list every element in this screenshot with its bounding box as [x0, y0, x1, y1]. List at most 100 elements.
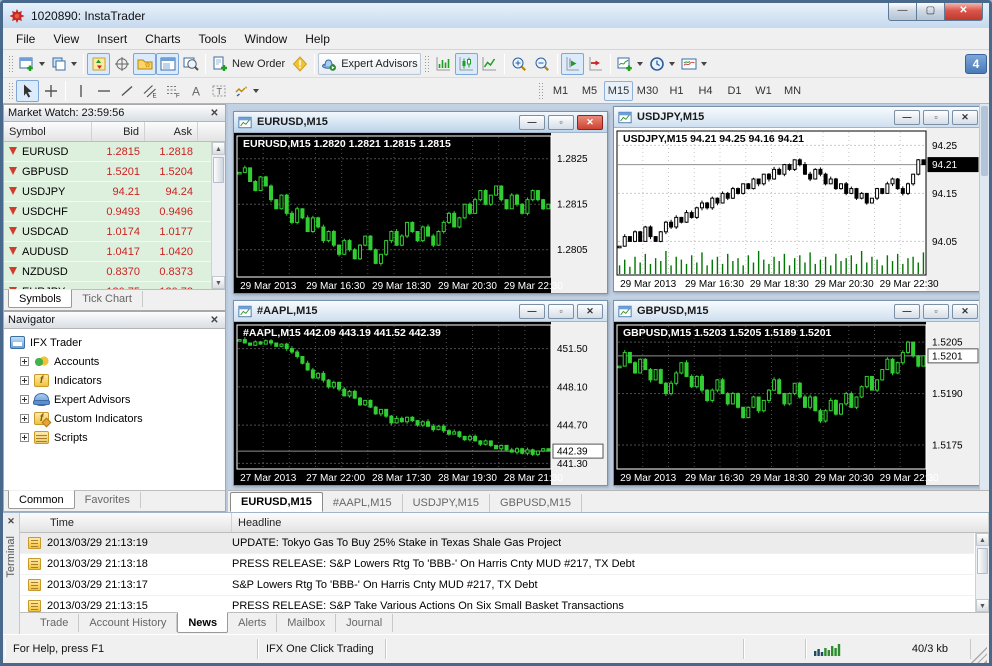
terminal-close-icon[interactable]: ✕: [7, 513, 15, 530]
profiles-button[interactable]: [48, 53, 80, 75]
zoom-in-button[interactable]: [508, 53, 531, 75]
market-watch-close-icon[interactable]: ✕: [208, 108, 221, 119]
terminal-tab[interactable]: Trade: [30, 614, 80, 632]
eurusd-chart-plot[interactable]: 1.2825 1.2815 1.2805 EURUSD,M15 1.2820 1.28…: [234, 133, 607, 293]
terminal-toggle[interactable]: [156, 52, 179, 75]
chart-minimize-button[interactable]: —: [519, 303, 545, 319]
chart-tab[interactable]: USDJPY,M15: [403, 494, 491, 512]
chart-minimize-button[interactable]: —: [894, 303, 920, 319]
text-label-button[interactable]: T: [207, 80, 230, 102]
maximize-button[interactable]: ▢: [916, 3, 945, 21]
resize-grip[interactable]: [971, 647, 987, 663]
aapl-chart-plot[interactable]: 451.50 448.10 444.70 441.30 442.39 #AAPL,M15 …: [234, 322, 607, 485]
terminal-tab[interactable]: Account History: [79, 614, 178, 632]
auto-scroll-button[interactable]: [560, 52, 584, 75]
chart-minimize-button[interactable]: —: [519, 114, 545, 130]
terminal-tab[interactable]: Mailbox: [277, 614, 337, 632]
line-chart-button[interactable]: [478, 53, 501, 75]
templates-button[interactable]: [678, 53, 710, 75]
navigator-item[interactable]: Accounts: [10, 352, 225, 371]
scroll-down-arrow-icon[interactable]: ▼: [212, 276, 225, 289]
gbpusd-chart-plot[interactable]: 1.5205 1.5190 1.5175 1.5201 GBPUSD,M15 1.520…: [614, 322, 982, 485]
toolbar-gripper[interactable]: [538, 81, 543, 100]
title-bar[interactable]: 1020890: InstaTrader — ▢ ✕: [3, 3, 989, 28]
timeframe-button[interactable]: MN: [778, 81, 807, 101]
timeframe-button[interactable]: M15: [604, 80, 633, 101]
navigator-item[interactable]: Indicators: [10, 371, 225, 390]
scroll-up-arrow-icon[interactable]: ▲: [976, 533, 989, 546]
menu-item[interactable]: View: [44, 30, 88, 48]
minimize-button[interactable]: —: [888, 3, 917, 21]
news-scrollbar[interactable]: ▲ ▼: [975, 533, 989, 612]
cursor-tool-button[interactable]: [16, 79, 39, 102]
news-row[interactable]: 2013/03/29 21:13:19 UPDATE: Tokyo Gas To…: [20, 533, 974, 554]
market-watch-row[interactable]: USDJPY 94.21 94.24: [4, 182, 211, 202]
chart-window-usdjpy[interactable]: USDJPY,M15 — ▫ ✕ 94.25 94.15 94.05 94.21 USD…: [613, 106, 983, 292]
chart-shift-button[interactable]: [584, 53, 607, 75]
chart-restore-button[interactable]: ▫: [548, 303, 574, 319]
scrollbar-thumb[interactable]: [981, 106, 988, 176]
timeframe-button[interactable]: D1: [720, 81, 749, 101]
toolbar-gripper[interactable]: [8, 81, 13, 100]
expand-plus-icon[interactable]: [20, 357, 29, 366]
periods-button[interactable]: [646, 53, 678, 75]
terminal-tab[interactable]: News: [177, 612, 229, 633]
expand-plus-icon[interactable]: [20, 433, 29, 442]
chart-window-aapl[interactable]: #AAPL,M15 — ▫ ✕ 451.50 448.10 444.70 441.30…: [233, 300, 608, 486]
market-watch-tab[interactable]: Tick Chart: [72, 291, 143, 307]
navigator-tab[interactable]: Favorites: [75, 492, 141, 508]
scroll-down-arrow-icon[interactable]: ▼: [976, 599, 989, 612]
navigator-tab[interactable]: Common: [8, 490, 75, 509]
navigator-toggle[interactable]: [133, 52, 156, 75]
strategy-tester-button[interactable]: [179, 53, 202, 75]
market-watch-row[interactable]: USDCHF 0.9493 0.9496: [4, 202, 211, 222]
news-row[interactable]: 2013/03/29 21:13:17 S&P Lowers Rtg To 'B…: [20, 575, 974, 596]
menu-item[interactable]: Charts: [136, 30, 189, 48]
terminal-tab[interactable]: Journal: [336, 614, 394, 632]
new-order-button[interactable]: New Order: [209, 53, 288, 75]
chart-close-button[interactable]: ✕: [577, 303, 603, 319]
market-watch-row[interactable]: NZDUSD 0.8370 0.8373: [4, 262, 211, 282]
chart-tab[interactable]: EURUSD,M15: [230, 492, 323, 512]
chart-window-titlebar[interactable]: #AAPL,M15 — ▫ ✕: [234, 301, 607, 322]
data-window-button[interactable]: [110, 53, 133, 75]
market-watch-row[interactable]: EURJPY 120.75 120.78: [4, 282, 211, 289]
column-bid[interactable]: Bid: [92, 122, 145, 141]
navigator-item[interactable]: Scripts: [10, 428, 225, 447]
chart-tab[interactable]: GBPUSD,M15: [490, 494, 582, 512]
horizontal-line-button[interactable]: [92, 80, 115, 102]
fibonacci-button[interactable]: F: [161, 80, 184, 102]
chart-tab[interactable]: #AAPL,M15: [323, 494, 403, 512]
chart-restore-button[interactable]: ▫: [923, 109, 949, 125]
notifications-badge[interactable]: 4: [965, 53, 987, 74]
status-mode-text[interactable]: IFX One Click Trading: [258, 639, 386, 659]
chart-minimize-button[interactable]: —: [894, 109, 920, 125]
chart-window-titlebar[interactable]: GBPUSD,M15 — ▫ ✕: [614, 301, 982, 322]
market-watch-row[interactable]: USDCAD 1.0174 1.0177: [4, 222, 211, 242]
close-button[interactable]: ✕: [944, 3, 983, 21]
navigator-close-icon[interactable]: ✕: [208, 315, 221, 326]
toolbar-gripper[interactable]: [8, 54, 13, 73]
text-tool-button[interactable]: A: [184, 80, 207, 102]
expert-advisors-button[interactable]: Expert Advisors: [318, 52, 421, 75]
timeframe-button[interactable]: M5: [575, 81, 604, 101]
workspace-scrollbar[interactable]: [979, 104, 989, 490]
chart-window-eurusd[interactable]: EURUSD,M15 — ▫ ✕ 1.2825 1.2815 1.2805 EURUS…: [233, 111, 608, 294]
menu-item[interactable]: Window: [236, 30, 297, 48]
terminal-tab[interactable]: Alerts: [228, 614, 278, 632]
alert-button[interactable]: [288, 53, 311, 75]
market-watch-scrollbar[interactable]: ▲ ▼: [211, 142, 225, 289]
bar-chart-button[interactable]: [432, 53, 455, 75]
scroll-up-arrow-icon[interactable]: ▲: [212, 142, 225, 155]
crosshair-tool-button[interactable]: [39, 80, 62, 102]
chart-restore-button[interactable]: ▫: [548, 114, 574, 130]
column-ask[interactable]: Ask: [145, 122, 198, 141]
timeframe-button[interactable]: M30: [633, 81, 662, 101]
market-watch-tab[interactable]: Symbols: [8, 289, 73, 308]
arrows-tool-button[interactable]: [230, 80, 262, 102]
toolbar-gripper[interactable]: [423, 54, 429, 73]
column-headline[interactable]: Headline: [232, 513, 989, 532]
navigator-item[interactable]: Expert Advisors: [10, 390, 225, 409]
market-watch-row[interactable]: EURUSD 1.2815 1.2818: [4, 142, 211, 162]
column-symbol[interactable]: Symbol: [4, 122, 92, 141]
